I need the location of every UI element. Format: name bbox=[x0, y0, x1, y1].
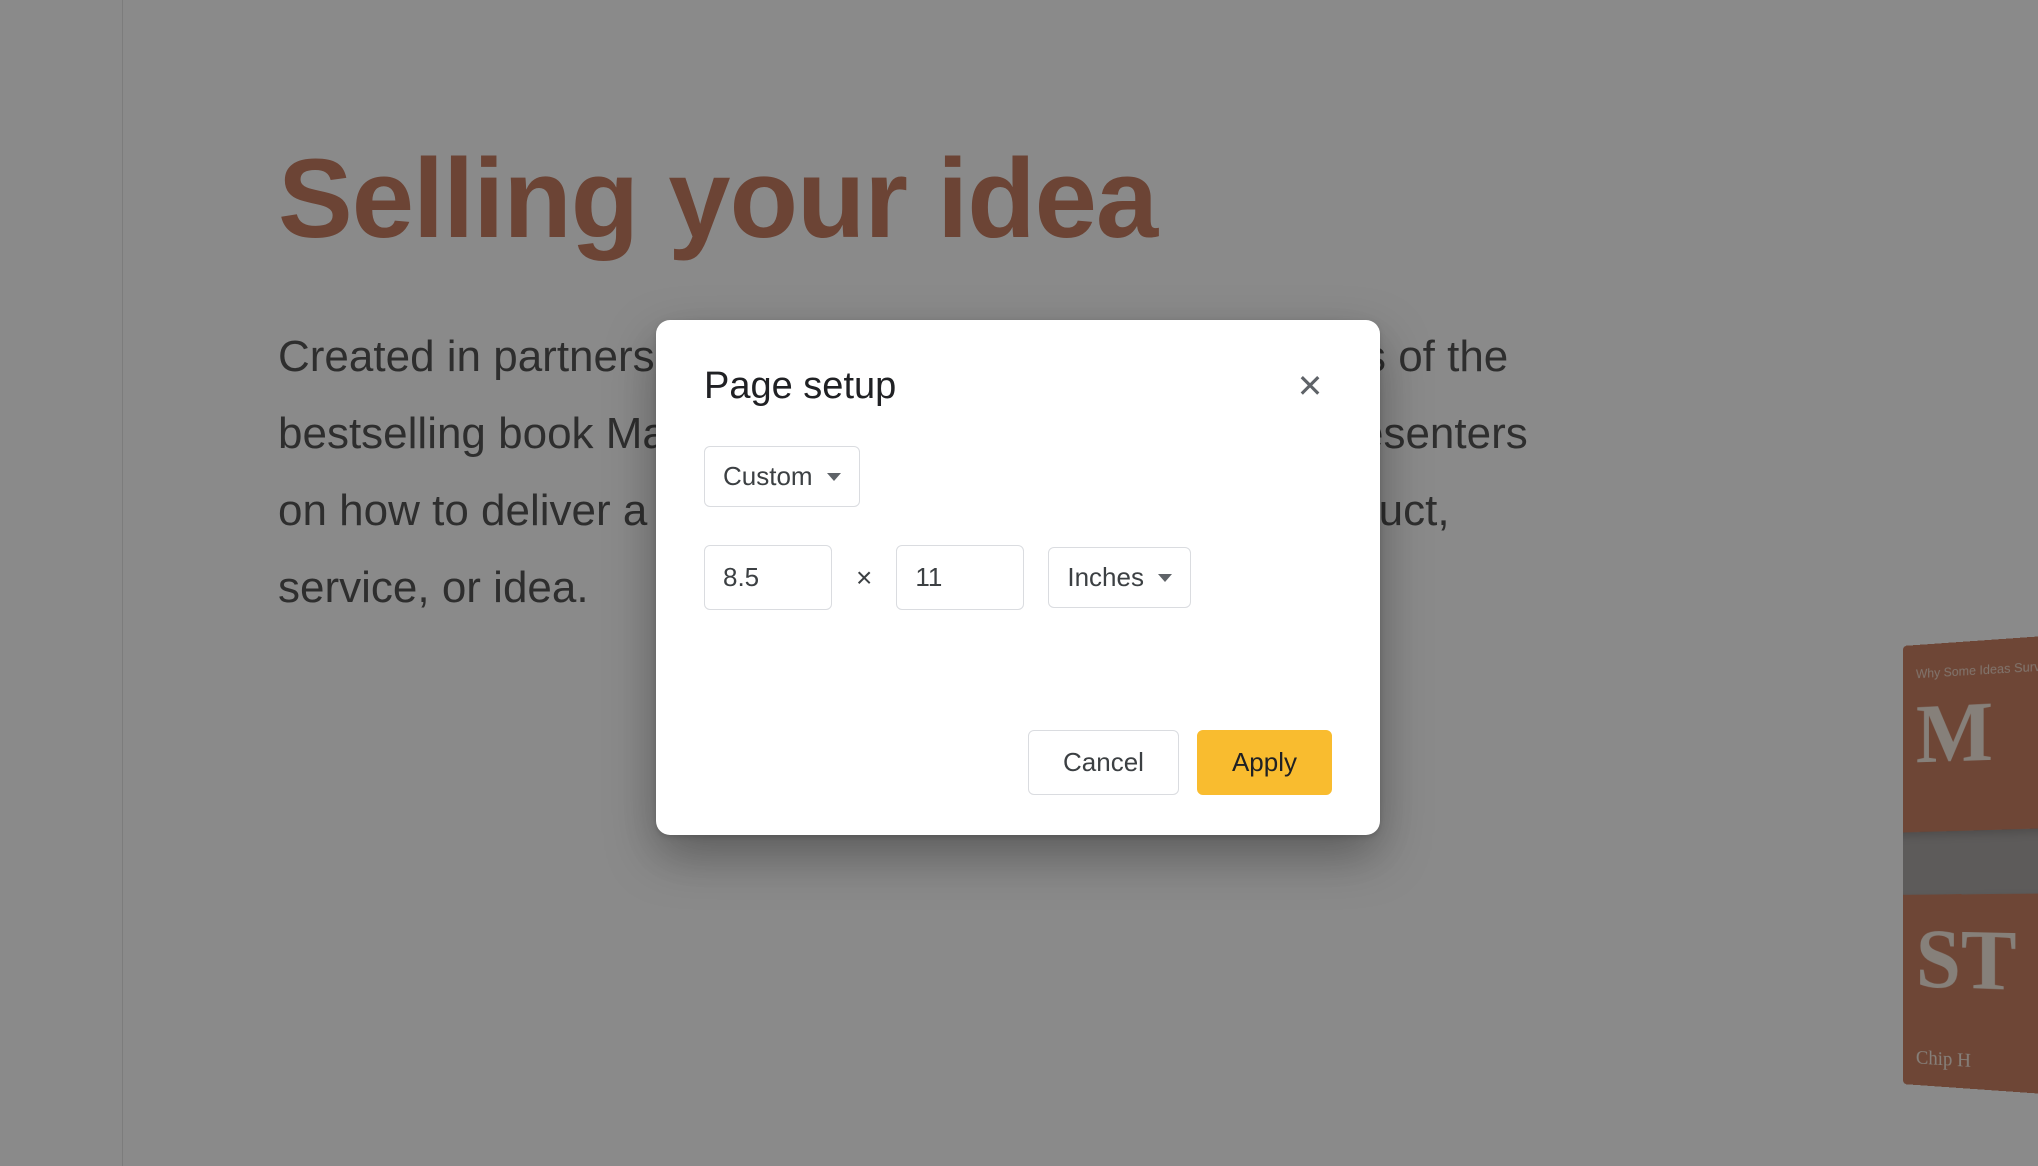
dimensions-separator: × bbox=[856, 562, 872, 594]
units-label: Inches bbox=[1067, 562, 1144, 593]
page-width-input[interactable] bbox=[704, 545, 832, 610]
page-setup-dialog: Page setup ✕ Custom × Inches Cancel Appl… bbox=[656, 320, 1380, 835]
units-dropdown[interactable]: Inches bbox=[1048, 547, 1191, 608]
close-button[interactable]: ✕ bbox=[1288, 364, 1332, 408]
chevron-down-icon bbox=[1158, 574, 1172, 582]
apply-button[interactable]: Apply bbox=[1197, 730, 1332, 795]
apply-button-label: Apply bbox=[1232, 747, 1297, 777]
page-height-input[interactable] bbox=[896, 545, 1024, 610]
dimensions-row: × Inches bbox=[704, 545, 1332, 610]
dialog-header: Page setup ✕ bbox=[704, 364, 1332, 408]
cancel-button[interactable]: Cancel bbox=[1028, 730, 1179, 795]
close-icon: ✕ bbox=[1297, 370, 1324, 402]
cancel-button-label: Cancel bbox=[1063, 747, 1144, 777]
page-preset-dropdown[interactable]: Custom bbox=[704, 446, 860, 507]
dialog-title: Page setup bbox=[704, 365, 896, 408]
chevron-down-icon bbox=[827, 473, 841, 481]
page-preset-label: Custom bbox=[723, 461, 813, 492]
dialog-actions: Cancel Apply bbox=[704, 730, 1332, 795]
